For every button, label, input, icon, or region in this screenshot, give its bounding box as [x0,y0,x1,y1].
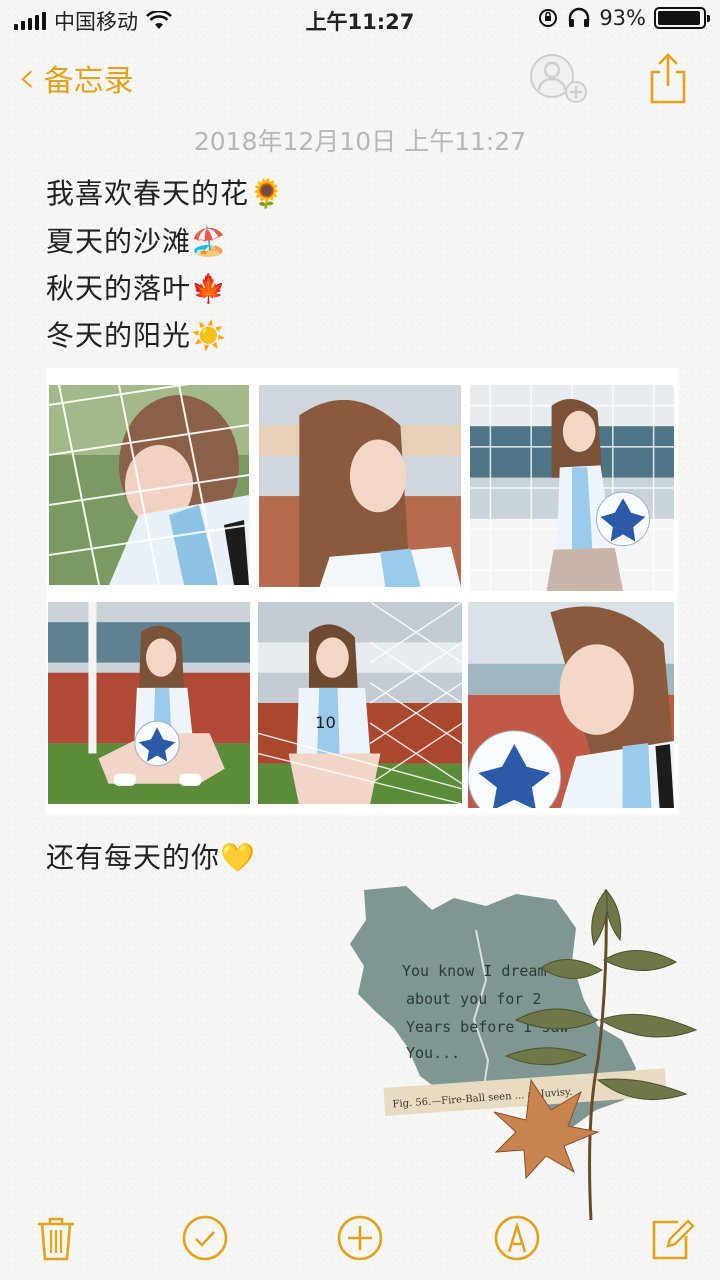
chevron-left-icon: ‹ [18,52,36,103]
add-people-icon[interactable] [528,52,590,104]
checklist-icon[interactable] [181,1214,229,1262]
battery-icon [654,7,710,29]
compose-icon[interactable] [648,1214,696,1262]
photo-2[interactable] [259,385,461,587]
photo-collage[interactable]: 10 [46,368,678,814]
photo-5[interactable]: 10 [258,602,462,804]
sticker-handwriting-line: You know I dream [402,962,547,980]
decorative-sticker: You know I dream about you for 2 Years b… [350,886,698,1220]
share-icon[interactable] [646,52,690,104]
photo-3[interactable] [470,385,674,591]
rotation-lock-icon [539,9,558,27]
add-icon[interactable] [336,1214,384,1262]
sticker-handwriting-line: about you for 2 [406,990,541,1008]
note-line: 我喜欢春天的花🌻 [46,177,285,210]
sticker-handwriting-line: You... [406,1044,460,1062]
bottom-toolbar [0,1196,720,1280]
photo-1[interactable] [49,385,249,585]
note-closing-line: 还有每天的你💛 [46,841,256,874]
headphones-icon [569,7,590,27]
markup-icon[interactable] [493,1214,541,1262]
note-line: 秋天的落叶🍁 [46,272,227,305]
svg-text:10: 10 [315,713,336,732]
photo-6[interactable] [468,602,674,808]
note-line: 冬天的阳光☀️ [46,319,227,352]
trash-icon[interactable] [32,1214,80,1262]
back-label: 备忘录 [43,64,134,99]
status-bar: 中国移动 上午11:27 93% [0,0,720,38]
note-line: 夏天的沙滩🏖️ [46,225,227,258]
back-button[interactable]: ‹ 备忘录 [18,56,134,100]
status-right: 93% [537,6,710,30]
battery-percent: 93% [599,6,646,30]
nav-bar: ‹ 备忘录 [0,46,720,116]
note-date: 2018年12月10日 上午11:27 [193,127,527,156]
photo-4[interactable] [48,602,250,804]
